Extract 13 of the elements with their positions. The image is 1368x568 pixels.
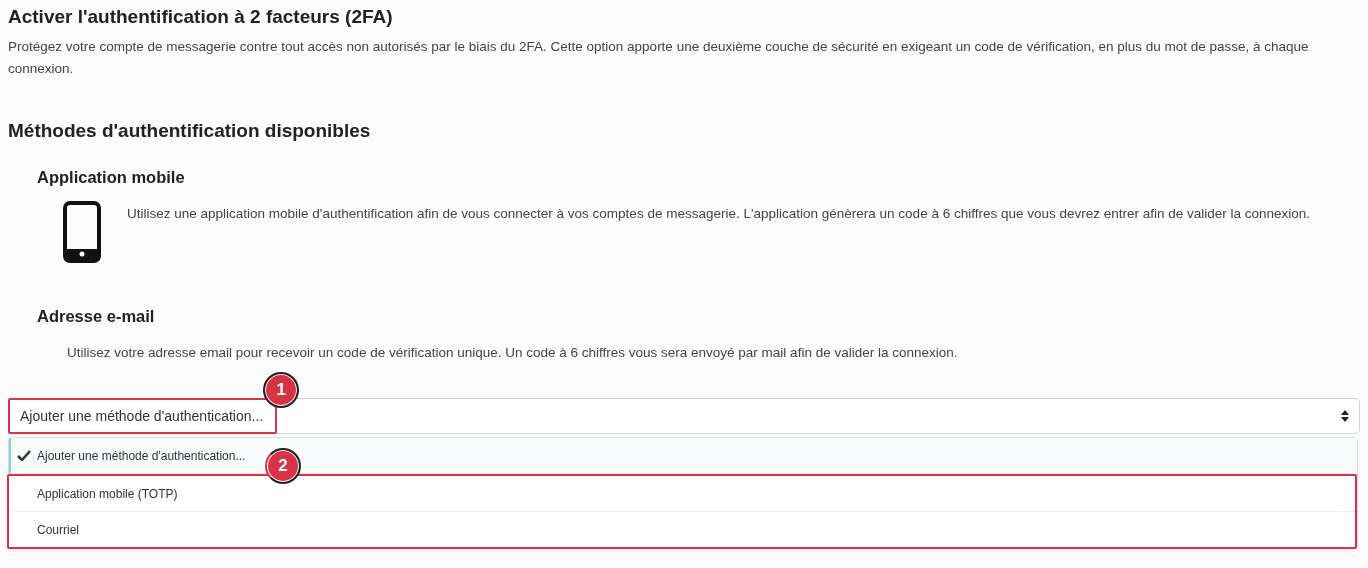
page-title: Activer l'authentification à 2 facteurs (2FA) [8,6,394,28]
intro-text: Protégez votre compte de messagerie contre tout accès non autorisés par le biais du 2FA. Cette option apporte une deuxième couche de sécurité en exigeant un code de vérification, en plus du mot de passe, à chaque connexion. [8,38,1310,78]
method-title: Application mobile [37,168,186,187]
check-icon [17,450,31,461]
method-description: Utilisez une application mobile d'authentification afin de vous connecter à vos comptes de messagerie. L'application génèrera un code à 6 chiffres que vous devrez entrer afin de valider la connexion. [127,205,1311,223]
method-description: Utilisez votre adresse email pour recevoir un code de vérification unique. Un code à 6 chiffres vous sera envoyé par mail afin de valider la connexion. [67,344,958,362]
method-title: Adresse e-mail [37,307,156,326]
sort-caret-icon [1341,410,1349,422]
dropdown-option[interactable]: Application mobile (TOTP) [9,476,1355,512]
step-number: 1 [263,372,300,408]
section-heading: Méthodes d'authentification disponibles [8,120,372,142]
smartphone-icon [63,201,101,263]
dropdown-option[interactable]: Courriel [9,512,1355,547]
